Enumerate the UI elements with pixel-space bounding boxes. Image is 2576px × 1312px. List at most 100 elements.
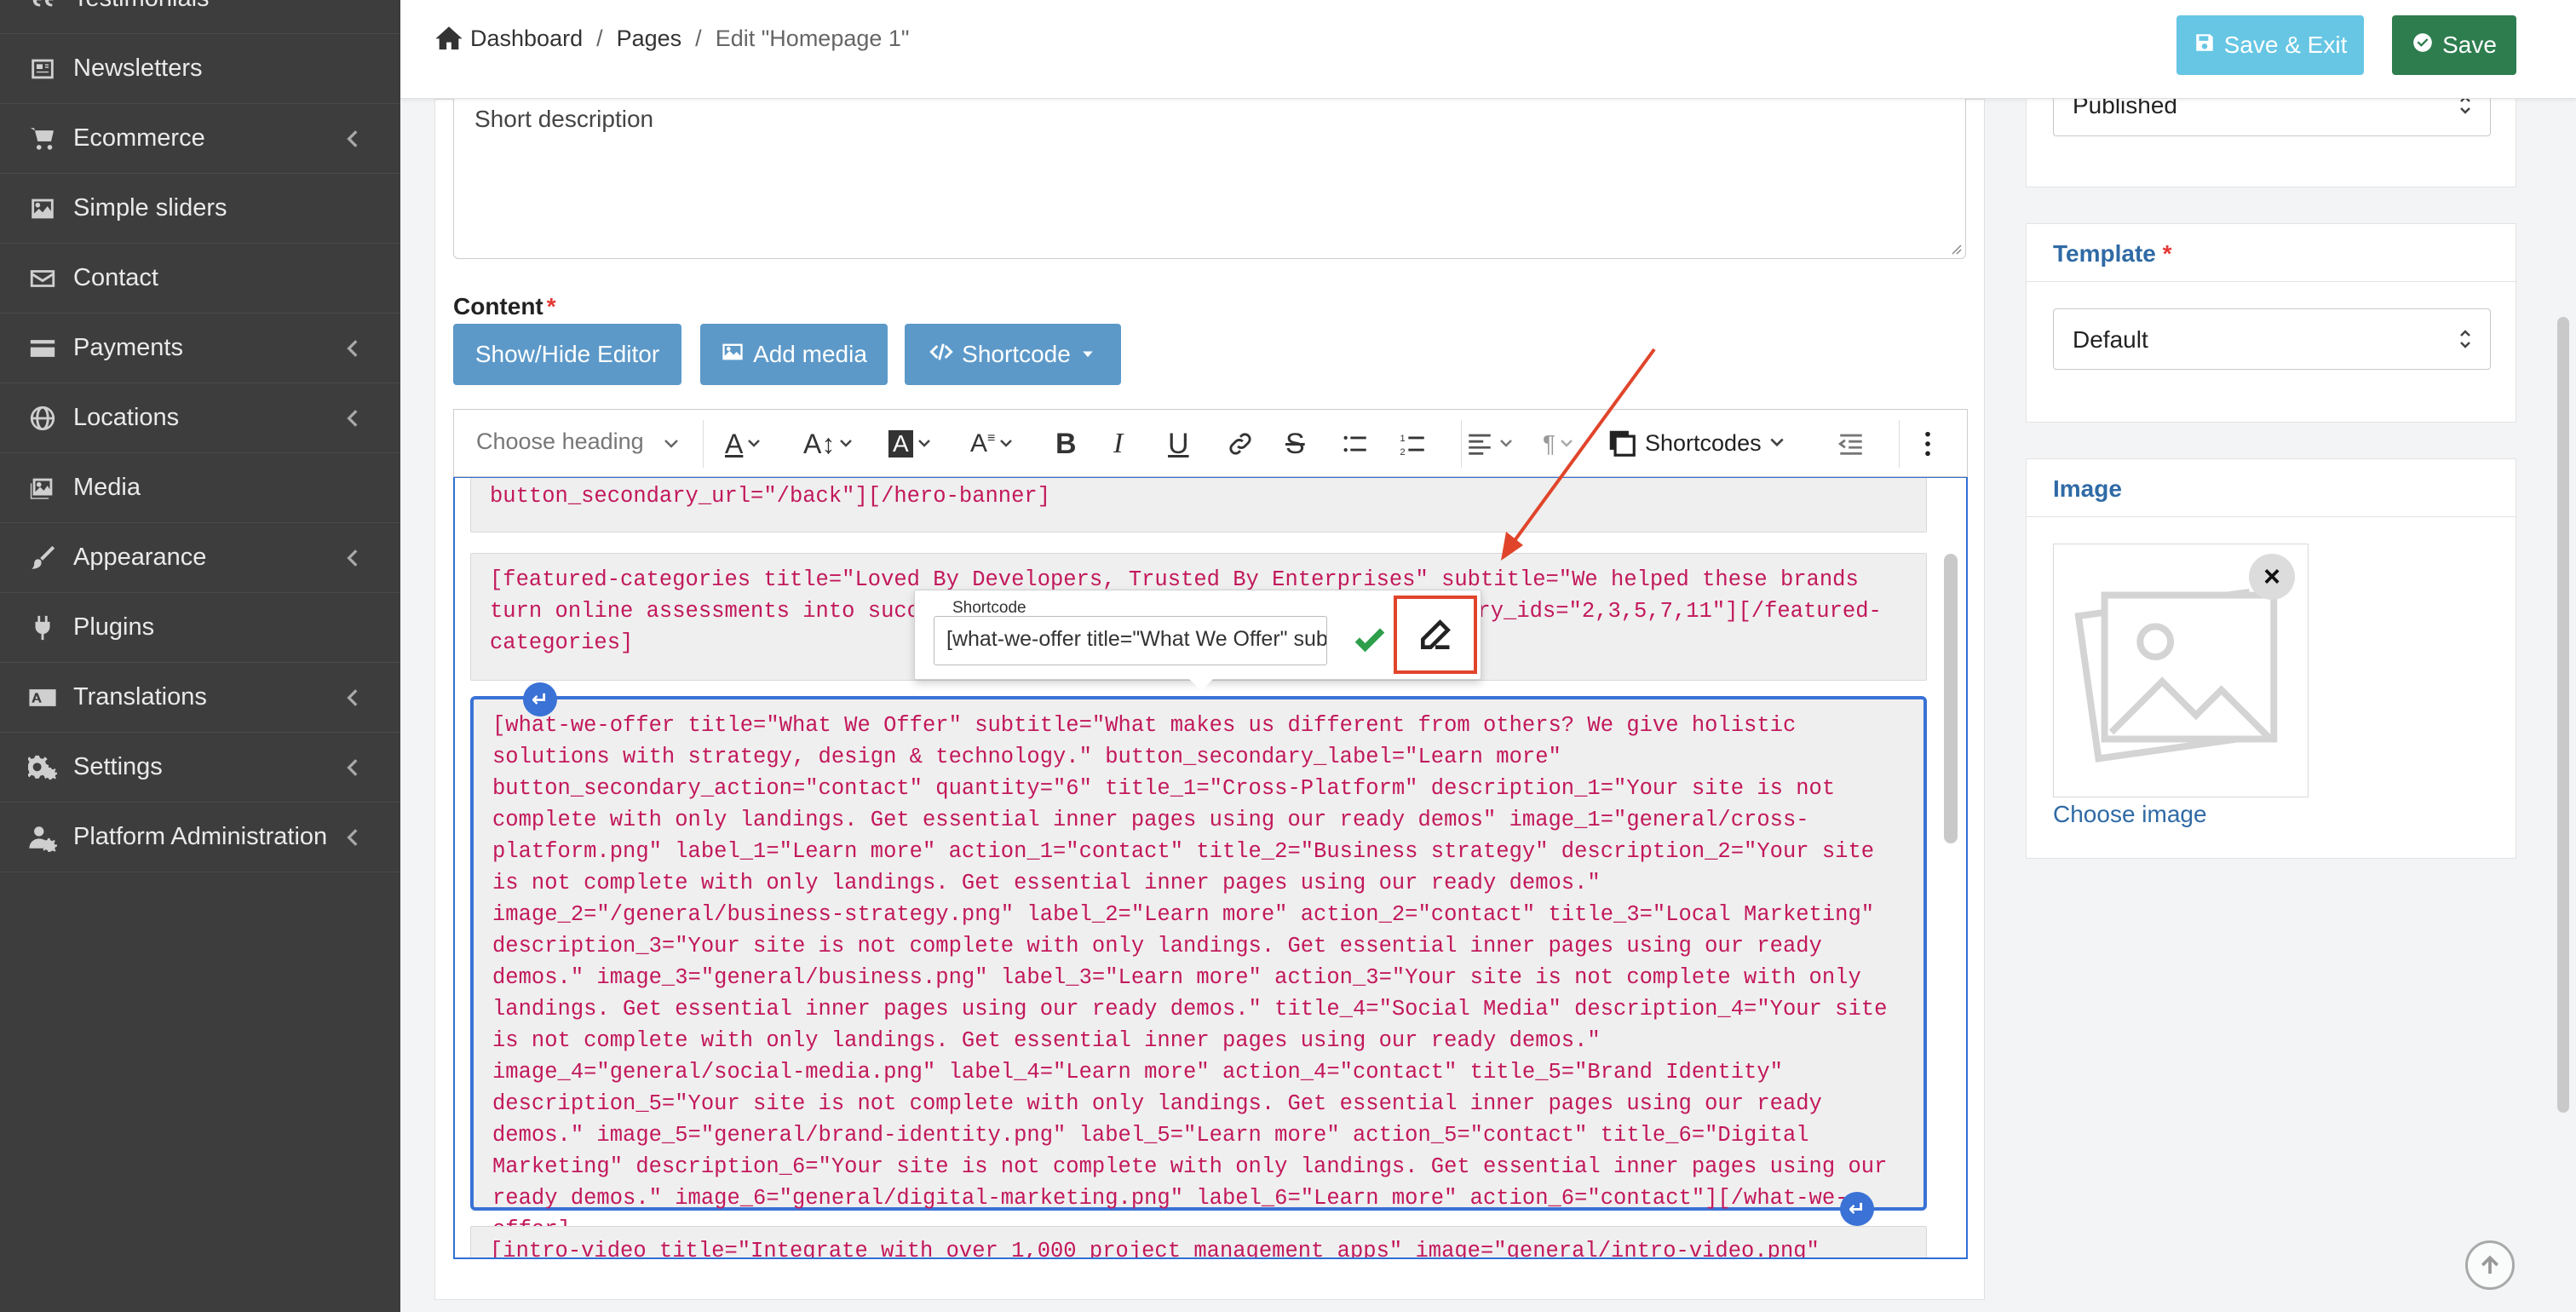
quote-icon bbox=[26, 0, 60, 16]
choose-image-link[interactable]: Choose image bbox=[2053, 801, 2207, 828]
svg-text:1: 1 bbox=[1400, 434, 1405, 444]
editor-toolbar: Choose heading A A↕ A A≡ B I U S 12 ¶ Sh… bbox=[453, 409, 1968, 477]
text-direction-button[interactable]: ¶ bbox=[1543, 425, 1574, 463]
sidebar-item-label: Locations bbox=[73, 404, 180, 431]
link-icon bbox=[1229, 433, 1251, 455]
pencil-icon bbox=[1421, 619, 1451, 649]
chevron-left-icon bbox=[342, 826, 365, 849]
required-mark: * bbox=[2162, 240, 2172, 267]
chevron-left-icon bbox=[342, 407, 365, 429]
resize-grip-icon[interactable] bbox=[1948, 241, 1962, 255]
sidebar-item-locations[interactable]: Locations bbox=[0, 383, 400, 453]
toolbar-divider bbox=[1461, 420, 1462, 468]
sidebar: Testimonials Newsletters Ecommerce Simpl… bbox=[0, 0, 400, 1312]
more-options-button[interactable] bbox=[1923, 425, 1933, 463]
globe-icon bbox=[26, 401, 60, 435]
insert-paragraph-before-icon[interactable]: ↵ bbox=[523, 682, 557, 716]
page-scrollbar[interactable] bbox=[2557, 317, 2569, 1113]
intro-video-shortcode-block[interactable]: [intro-video title="Integrate with over … bbox=[470, 1226, 1927, 1259]
brush-icon bbox=[26, 541, 60, 575]
sidebar-item-payments[interactable]: Payments bbox=[0, 314, 400, 383]
sidebar-item-ecommerce[interactable]: Ecommerce bbox=[0, 104, 400, 174]
sidebar-item-media[interactable]: Media bbox=[0, 453, 400, 523]
sidebar-item-testimonials[interactable]: Testimonials bbox=[0, 0, 400, 34]
font-family-icon: A≡ bbox=[970, 429, 996, 457]
editor-scrollbar[interactable] bbox=[1944, 554, 1958, 843]
sidebar-item-plugins[interactable]: Plugins bbox=[0, 593, 400, 663]
show-hide-editor-button[interactable]: Show/Hide Editor bbox=[453, 324, 681, 385]
template-value: Default bbox=[2073, 326, 2148, 353]
save-exit-button[interactable]: Save & Exit bbox=[2176, 15, 2364, 75]
underline-button[interactable]: U bbox=[1168, 425, 1189, 463]
required-mark: * bbox=[546, 293, 556, 319]
photos-icon bbox=[26, 471, 60, 505]
background-color-button[interactable]: A bbox=[888, 425, 932, 463]
chevron-down-icon bbox=[1500, 440, 1512, 447]
save-exit-label: Save & Exit bbox=[2223, 32, 2348, 58]
font-size-button[interactable]: A↕ bbox=[803, 425, 854, 463]
template-select[interactable]: Default bbox=[2053, 308, 2491, 370]
remove-image-button[interactable]: × bbox=[2249, 554, 2295, 600]
shortcodes-dropdown[interactable]: Shortcodes bbox=[1606, 427, 1785, 459]
breadcrumb: Dashboard / Pages / Edit "Homepage 1" bbox=[434, 24, 910, 53]
shortcode-label: Shortcode bbox=[962, 341, 1071, 367]
code-icon bbox=[929, 340, 953, 370]
back-to-top-button[interactable] bbox=[2465, 1240, 2515, 1290]
numbered-list-button[interactable]: 12 bbox=[1398, 425, 1429, 463]
shortcode-dropdown-button[interactable]: Shortcode bbox=[905, 324, 1121, 385]
sidebar-item-label: Payments bbox=[73, 334, 183, 361]
short-description-textarea[interactable]: Short description bbox=[453, 99, 1966, 259]
heading-select[interactable]: Choose heading bbox=[476, 429, 644, 455]
credit-card-icon bbox=[26, 331, 60, 365]
underline-icon: U bbox=[1168, 427, 1189, 460]
font-family-button[interactable]: A≡ bbox=[970, 425, 1014, 463]
sidebar-item-appearance[interactable]: Appearance bbox=[0, 523, 400, 593]
edit-shortcode-button[interactable] bbox=[1394, 596, 1477, 674]
bold-button[interactable]: B bbox=[1055, 425, 1077, 463]
toolbar-divider bbox=[703, 420, 704, 468]
shortcodes-label: Shortcodes bbox=[1645, 429, 1762, 456]
bulleted-list-icon bbox=[1343, 435, 1366, 452]
bulleted-list-button[interactable] bbox=[1340, 425, 1371, 463]
sidebar-item-label: Platform Administration bbox=[73, 823, 328, 850]
breadcrumb-separator: / bbox=[695, 25, 702, 51]
sidebar-item-newsletters[interactable]: Newsletters bbox=[0, 34, 400, 104]
sidebar-item-platform-administration[interactable]: Platform Administration bbox=[0, 803, 400, 872]
chevron-down-icon bbox=[1561, 440, 1573, 447]
link-button[interactable] bbox=[1226, 425, 1255, 463]
font-color-button[interactable]: A bbox=[725, 425, 762, 463]
italic-icon: I bbox=[1113, 428, 1124, 459]
sidebar-item-contact[interactable]: Contact bbox=[0, 244, 400, 314]
sidebar-item-settings[interactable]: Settings bbox=[0, 733, 400, 803]
what-we-offer-shortcode-block[interactable]: [what-we-offer title="What We Offer" sub… bbox=[470, 696, 1927, 1242]
confirm-check-icon[interactable] bbox=[1351, 621, 1392, 662]
add-media-label: Add media bbox=[753, 341, 867, 367]
sidebar-item-label: Ecommerce bbox=[73, 124, 205, 152]
chevron-down-icon bbox=[1000, 440, 1013, 447]
cart-icon bbox=[26, 122, 60, 156]
breadcrumb-pages[interactable]: Pages bbox=[617, 26, 682, 52]
shortcode-input[interactable]: [what-we-offer title="What We Offer" sub… bbox=[934, 616, 1327, 665]
breadcrumb-dashboard[interactable]: Dashboard bbox=[470, 26, 583, 52]
sidebar-item-label: Contact bbox=[73, 264, 158, 291]
outdent-button[interactable] bbox=[1836, 425, 1866, 463]
italic-button[interactable]: I bbox=[1113, 425, 1123, 463]
alignment-button[interactable] bbox=[1464, 425, 1514, 463]
image-icon bbox=[721, 340, 745, 370]
chevron-down-icon bbox=[917, 440, 930, 447]
shortcode-text: button_secondary_url="/back"][/hero-bann… bbox=[490, 484, 1051, 509]
sidebar-item-label: Simple sliders bbox=[73, 194, 227, 222]
insert-paragraph-after-icon[interactable]: ↵ bbox=[1840, 1192, 1874, 1226]
sidebar-item-label: Testimonials bbox=[73, 0, 400, 13]
hero-banner-shortcode-block[interactable]: button_secondary_url="/back"][/hero-bann… bbox=[470, 478, 1927, 532]
gears-icon bbox=[26, 751, 60, 785]
strikethrough-button[interactable]: S bbox=[1285, 425, 1305, 463]
save-button[interactable]: Save bbox=[2392, 15, 2516, 75]
template-title: Template * bbox=[2053, 240, 2172, 268]
shortcode-text: [intro-video title="Integrate with over … bbox=[490, 1239, 1820, 1259]
shortcode-field-label: Shortcode bbox=[949, 599, 1030, 618]
floppy-disk-icon bbox=[2194, 32, 2216, 60]
add-media-button[interactable]: Add media bbox=[700, 324, 888, 385]
sidebar-item-translations[interactable]: Translations bbox=[0, 663, 400, 733]
sidebar-item-simple-sliders[interactable]: Simple sliders bbox=[0, 174, 400, 244]
